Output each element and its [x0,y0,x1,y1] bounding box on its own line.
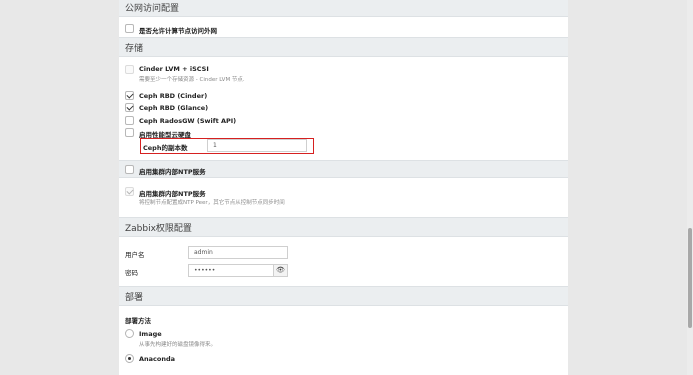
deploy-method-label: 部署方法 [125,317,151,325]
ceph-glance-label: Ceph RBD (Glance) [139,104,209,112]
image-hint: 从事先构建好的磁盘镜像得来。 [139,342,217,348]
section-header-storage: 存储 [119,37,568,57]
ceph-cinder-checkbox[interactable] [125,91,134,100]
username-input[interactable]: admin [188,246,288,259]
section-header-zabbix: Zabbix权限配置 [119,217,568,237]
ceph-radosgw-checkbox[interactable] [125,116,134,125]
internal-ntp-hint: 将控制节点配置成NTP Peer，其它节点从控制节点同步时间 [139,200,285,206]
allow-external-label: 是否允许计算节点访问外网 [139,27,217,35]
cinder-lvm-label: Cinder LVM + iSCSI [139,65,209,73]
password-input[interactable]: •••••• [188,264,274,277]
ceph-glance-checkbox[interactable] [125,103,134,112]
section-title: 公网访问配置 [125,4,180,14]
ceph-radosgw-label: Ceph RadosGW (Swift API) [139,117,237,125]
username-label: 用户名 [125,251,145,259]
section-header-deploy: 部署 [119,286,568,306]
section-title: Zabbix权限配置 [125,224,192,234]
image-label: Image [139,330,162,338]
anaconda-label: Anaconda [139,355,176,363]
internal-ntp-checkbox[interactable] [125,187,134,196]
cluster-ntp-label: 启用集群内部NTP服务 [139,168,206,176]
eye-icon[interactable]: 👁 [274,264,288,277]
password-label: 密码 [125,269,138,277]
section-header-public-access: 公网访问配置 [119,0,568,17]
section-title: 存储 [125,44,144,54]
cluster-ntp-checkbox[interactable] [125,165,134,174]
image-radio[interactable] [125,329,134,338]
cinder-lvm-hint: 需要至少一个存储资源 - Cinder LVM 节点. [139,77,245,83]
ceph-cinder-label: Ceph RBD (Cinder) [139,92,208,100]
highlight-box [140,138,314,154]
settings-panel: 公网访问配置 是否允许计算节点访问外网 存储 Cinder LVM + iSCS… [119,0,568,375]
cinder-lvm-checkbox[interactable] [125,65,134,74]
perf-cloud-disk-checkbox[interactable] [125,128,134,137]
allow-external-checkbox[interactable] [125,24,134,33]
internal-ntp-label: 启用集群内部NTP服务 [139,190,206,198]
scrollbar-thumb[interactable] [688,228,692,328]
section-title: 部署 [125,293,144,303]
anaconda-radio[interactable] [125,354,134,363]
scrollbar[interactable] [687,0,693,375]
